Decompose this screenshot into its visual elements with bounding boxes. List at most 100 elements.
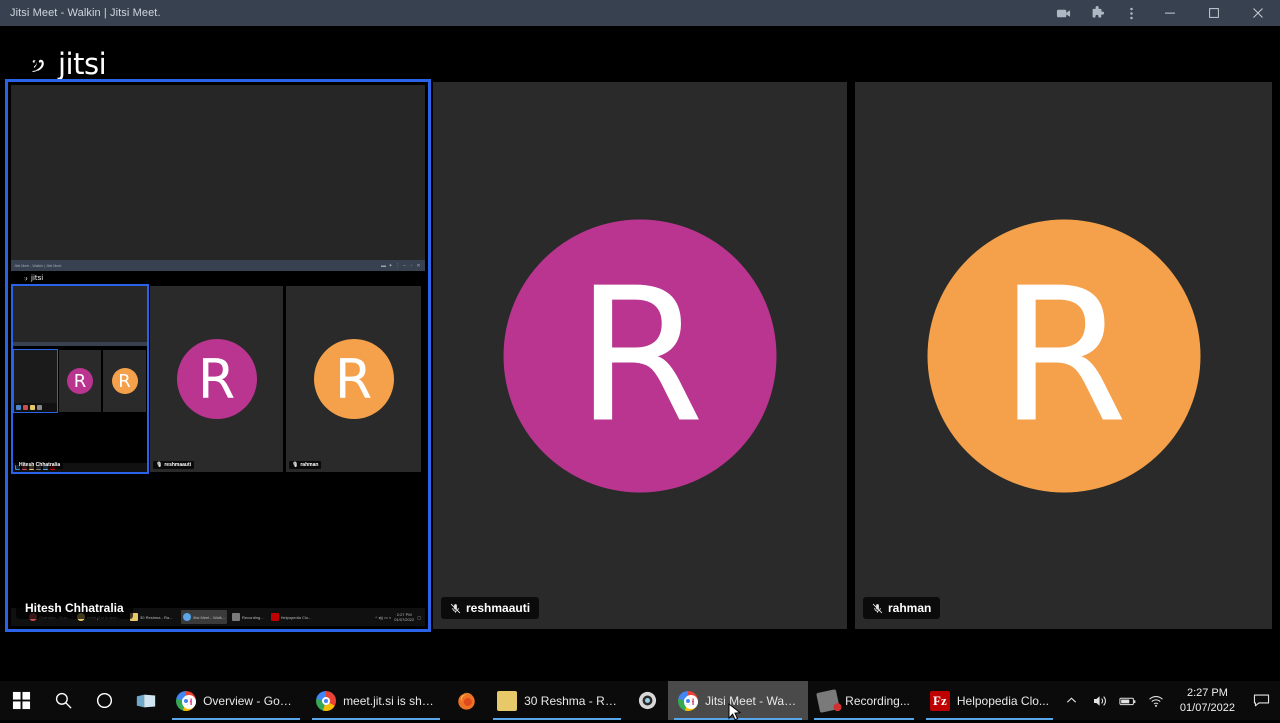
file-explorer-icon[interactable] [125,681,166,720]
close-icon[interactable] [1236,0,1280,26]
wifi-icon[interactable] [1143,681,1169,720]
nested-window-title: Jitsi Meet - Walkin | Jitsi Meet. [14,263,63,268]
nested-taskbar-item: 30 Reshma - Ra... [128,610,174,624]
avatar-reshmaauti: R [503,219,777,492]
video-tile-rahman[interactable]: R rahman [855,82,1272,629]
window-title: Jitsi Meet - Walkin | Jitsi Meet. [10,7,161,19]
nested-taskbar-item: Helpopedia Clo... [269,610,314,624]
taskbar-item-label: Recording... [845,693,910,708]
taskbar-item-label: Helpopedia Clo... [956,693,1049,708]
maximize-icon[interactable] [1192,0,1236,26]
avatar-rahman: R [927,219,1200,492]
nested-nameplate-label: rahman [300,462,319,468]
nested-puzzle-icon: ✦ [388,262,393,269]
nested-tray-icons: ^ ◂)) ▭ ≈ [375,614,392,620]
notifications-icon[interactable] [1246,681,1278,720]
nested-avatar: R [313,339,394,419]
taskbar-item-label: Overview - Goo... [203,693,297,708]
video-tile-reshmaauti[interactable]: R reshmaauti [433,82,847,629]
folder-icon [497,690,518,711]
nested2-taskbar-icon [30,405,35,410]
show-hidden-icons-icon[interactable] [1059,681,1085,720]
nested2-avatar: R [111,368,138,394]
nameplate-rahman: rahman [863,597,941,619]
nameplate-label: rahman [888,601,932,615]
nested2-taskbar-icon [16,405,21,410]
nested-close-icon: ✕ [416,262,421,269]
window-titlebar: Jitsi Meet - Walkin | Jitsi Meet. [0,0,1280,26]
cortana-icon[interactable] [84,681,125,720]
taskbar-item-30-reshma[interactable]: 30 Reshma - Ra... [487,681,627,720]
nested2-video-tile-screenshare [13,349,58,413]
nested-video-tile-avatar: R 🎙 reshmaauti [150,286,283,472]
volume-icon[interactable] [1087,681,1113,720]
system-tray: 2:27 PM 01/07/2022 [1059,681,1280,720]
taskbar-item-label: meet.jit.si is shar... [343,693,437,708]
nested-jitsi-wordmark: jitsi [31,274,44,282]
camera-app-icon[interactable] [627,681,668,720]
nameplate-reshmaauti: reshmaauti [441,597,540,619]
nested-nameplate-label: reshmaauti [164,462,192,468]
taskbar-item-helpopedia[interactable]: Fz Helpopedia Clo... [920,681,1059,720]
jitsi-app: jitsi Jitsi Meet - Walkin | Jitsi Meet. … [0,26,1280,681]
nested-avatar: R [176,339,257,419]
nested-menu-icon: ⋮ [395,262,400,269]
cast-icon[interactable] [1046,0,1080,26]
nested2-video-tile-avatar: R [103,350,146,412]
taskbar-clock[interactable]: 2:27 PM 01/07/2022 [1171,681,1244,720]
nested2-taskbar-icon [37,405,42,410]
nested-taskbar-label: Helpopedia Clo... [280,614,312,620]
clock-time: 2:27 PM [1186,686,1228,699]
nested-jitsi-logo: jitsi [23,275,43,282]
puzzle-icon[interactable] [1080,0,1114,26]
nested-empty-region [11,85,425,260]
taskbar-item-meetjitsi[interactable]: meet.jit.si is shar... [306,681,446,720]
search-icon[interactable] [43,681,84,720]
app-badge: H [684,694,699,709]
clock-date: 01/07/2022 [1179,701,1235,714]
nested-maximize-icon: ▫ [410,262,413,269]
nested2-video-tile-grid: R R [13,349,146,413]
nested-taskbar-item-active: Jitsi Meet - Walk... [180,610,228,624]
nested-video-tile-grid: R R Hitesh Chhatralia R 🎙 reshmaauti R 🎙… [11,284,423,474]
recorder-icon [232,613,241,621]
video-tile-screenshare[interactable]: Jitsi Meet - Walkin | Jitsi Meet. ▬ ✦ ⋮ … [5,79,431,632]
nested2-video-tile-avatar: R [59,350,101,412]
nested-screenshot-level-1: Jitsi Meet - Walkin | Jitsi Meet. ▬ ✦ ⋮ … [11,85,425,626]
taskbar-item-overview[interactable]: H Overview - Goo... [166,681,306,720]
chrome-icon [316,690,337,711]
battery-icon[interactable] [1115,681,1141,720]
nested-taskbar-label: Jitsi Meet - Walk... [192,614,226,620]
nested-app-body: jitsi R R Hitesh Chhatralia R 🎙 reshmaau… [11,271,425,626]
nameplate-label: reshmaauti [466,601,531,615]
nested2-empty-region [13,286,147,342]
three-dot-menu-icon[interactable] [1114,0,1148,26]
nameplate-label: Hitesh Chhatralia [25,601,124,615]
nested-taskbar-label: 30 Reshma - Ra... [140,614,173,620]
nested-nameplate-label: Hitesh Chhatralia [19,462,61,468]
filezilla-icon: Fz [929,690,950,711]
nested2-taskbar-icon [23,405,28,410]
nested-mic-muted-icon: 🎙 [156,462,163,468]
minimize-icon[interactable] [1148,0,1192,26]
nested-taskbar-label: Recording... [242,614,264,620]
recorder-icon [816,688,841,713]
nested2-avatar: R [67,368,93,394]
nested-video-tile-avatar: R 🎙 rahman [286,286,421,472]
nested-nameplate: 🎙 reshmaauti [153,461,195,469]
nested2-taskbar [14,403,57,412]
nested-cast-icon: ▬ [381,262,386,269]
windows-start-icon[interactable] [0,681,43,720]
chrome-icon [182,613,191,621]
taskbar-item-recording[interactable]: Recording... [808,681,920,720]
nested-minimize-icon: – [403,262,406,269]
mic-muted-icon [872,603,883,614]
nested-notifications-icon: ▢ [417,614,421,620]
nested-mic-muted-icon: 🎙 [292,462,299,468]
windows-taskbar: H Overview - Goo... meet.jit.si is shar.… [0,681,1280,720]
nameplate-screenshare: Hitesh Chhatralia [16,597,133,619]
nested-nameplate: Hitesh Chhatralia [16,461,64,469]
app-badge: H [182,694,197,709]
video-tile-grid: Jitsi Meet - Walkin | Jitsi Meet. ▬ ✦ ⋮ … [0,26,1280,681]
firefox-icon[interactable] [446,681,487,720]
